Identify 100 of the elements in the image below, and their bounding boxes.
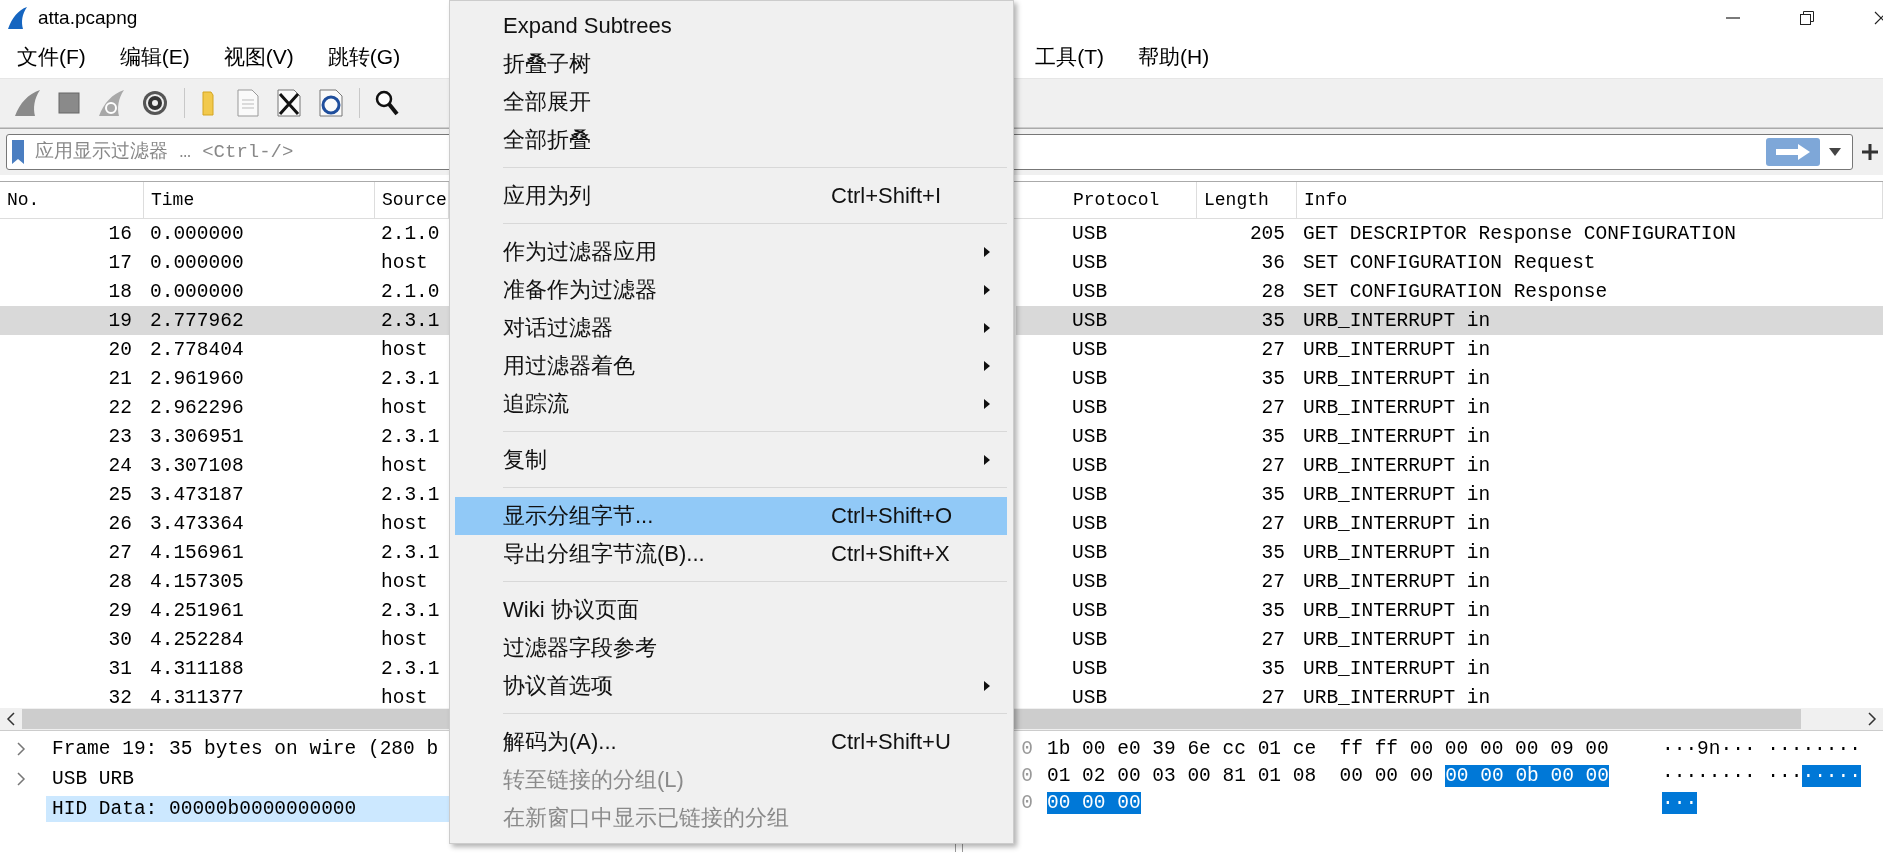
table-cell: URB_INTERRUPT in [1303,367,1491,390]
table-cell: host [381,251,428,274]
table-cell: URB_INTERRUPT in [1303,599,1491,622]
table-cell: USB [1072,338,1108,361]
table-cell: 4.157305 [150,570,244,593]
table-cell: URB_INTERRUPT in [1303,425,1491,448]
table-cell: host [381,628,428,651]
ascii-bytes: ····· [1802,764,1861,787]
table-cell-text: 20 [108,338,133,361]
table-cell-text: 19 [108,309,133,332]
table-cell: 4.156961 [150,541,244,564]
table-cell: 2.1.0 [381,280,440,303]
table-cell: USB [1072,396,1108,419]
table-cell: 0.000000 [150,251,244,274]
table-cell-text: 27 [1261,396,1286,419]
table-cell-text: 17 [108,251,133,274]
table-cell: USB [1072,541,1108,564]
table-cell: URB_INTERRUPT in [1303,628,1491,651]
table-cell: USB [1072,454,1108,477]
table-cell: host [381,512,428,535]
table-cell: 3.473187 [150,483,244,506]
table-cell: 2.962296 [150,396,244,419]
ascii-bytes: ··· [1662,791,1698,814]
table-cell-text: 16 [108,222,133,245]
hex-bytes: 00 00 0b 00 00 [1445,764,1609,787]
table-cell: USB [1072,222,1108,245]
table-cell: USB [1072,280,1108,303]
table-cell-text: 27 [108,541,133,564]
table-cell: URB_INTERRUPT in [1303,512,1491,535]
table-cell-text: 31 [108,657,133,680]
table-cell: USB [1072,657,1108,680]
table-cell: 2.1.0 [381,222,440,245]
table-cell-text: 18 [108,280,133,303]
table-cell: URB_INTERRUPT in [1303,309,1491,332]
table-cell: SET CONFIGURATION Request [1303,251,1596,274]
table-cell-text: 35 [1261,425,1286,448]
table-cell-text: 35 [1261,309,1286,332]
table-cell: USB [1072,425,1108,448]
table-cell: USB [1072,251,1108,274]
table-cell: 4.251961 [150,599,244,622]
table-cell: USB [1072,367,1108,390]
table-cell-text: 35 [1261,483,1286,506]
table-cell: 2.777962 [150,309,244,332]
table-cell: 2.3.1 [381,309,440,332]
offset-text: 0 [1020,737,1034,760]
table-cell: USB [1072,599,1108,622]
table-cell: GET DESCRIPTOR Response CONFIGURATION [1303,222,1736,245]
table-cell: host [381,338,428,361]
table-cell: 4.311188 [150,657,244,680]
table-cell-text: 205 [1249,222,1286,245]
offset-text: 0 [1020,764,1034,787]
table-cell: 2.961960 [150,367,244,390]
table-cell: 4.252284 [150,628,244,651]
table-cell: 0.000000 [150,222,244,245]
table-cell-text: 30 [108,628,133,651]
offset-text: 0 [1020,791,1034,814]
table-cell-text: 36 [1261,251,1286,274]
table-cell-text: 23 [108,425,133,448]
table-cell-text: 35 [1261,541,1286,564]
table-cell: SET CONFIGURATION Response [1303,280,1608,303]
table-cell: 2.3.1 [381,367,440,390]
hex-bytes: 00 00 00 [1047,791,1141,814]
table-cell-text: 35 [1261,657,1286,680]
table-cell: URB_INTERRUPT in [1303,541,1491,564]
table-cell: URB_INTERRUPT in [1303,396,1491,419]
table-cell: host [381,454,428,477]
table-cell: 3.473364 [150,512,244,535]
table-cell-text: 28 [1261,280,1286,303]
table-cell: 3.307108 [150,454,244,477]
table-cell: USB [1072,686,1108,708]
table-cell-text: 22 [108,396,133,419]
table-cell-text: 27 [1261,686,1286,708]
table-cell: URB_INTERRUPT in [1303,454,1491,477]
table-cell-text: 32 [108,686,133,708]
table-cell: 2.3.1 [381,425,440,448]
table-cell-text: 35 [1261,599,1286,622]
table-cell: USB [1072,309,1108,332]
table-cell: host [381,396,428,419]
table-cell-text: 27 [1261,512,1286,535]
table-cell-text: 25 [108,483,133,506]
table-cell-text: 27 [1261,338,1286,361]
table-cell-text: 28 [108,570,133,593]
table-cell: USB [1072,628,1108,651]
table-cell: URB_INTERRUPT in [1303,570,1491,593]
hex-bytes: 01 02 00 03 00 81 01 08 00 00 00 [1047,764,1434,787]
table-cell: USB [1072,570,1108,593]
table-cell-text: 24 [108,454,133,477]
table-cell: URB_INTERRUPT in [1303,657,1491,680]
table-cell: USB [1072,512,1108,535]
window-title: atta.pcapng [38,7,138,29]
table-cell: 2.778404 [150,338,244,361]
table-cell: 4.311377 [150,686,244,708]
table-cell: URB_INTERRUPT in [1303,686,1491,708]
table-cell-text: 21 [108,367,133,390]
table-cell-text: 26 [108,512,133,535]
table-cell-text: 35 [1261,367,1286,390]
ascii-bytes: ········ ··· [1662,764,1803,787]
hex-bytes: 1b 00 e0 39 6e cc 01 ce ff ff 00 00 00 00 09 00 [1047,737,1609,760]
table-cell: 0.000000 [150,280,244,303]
table-cell: host [381,570,428,593]
